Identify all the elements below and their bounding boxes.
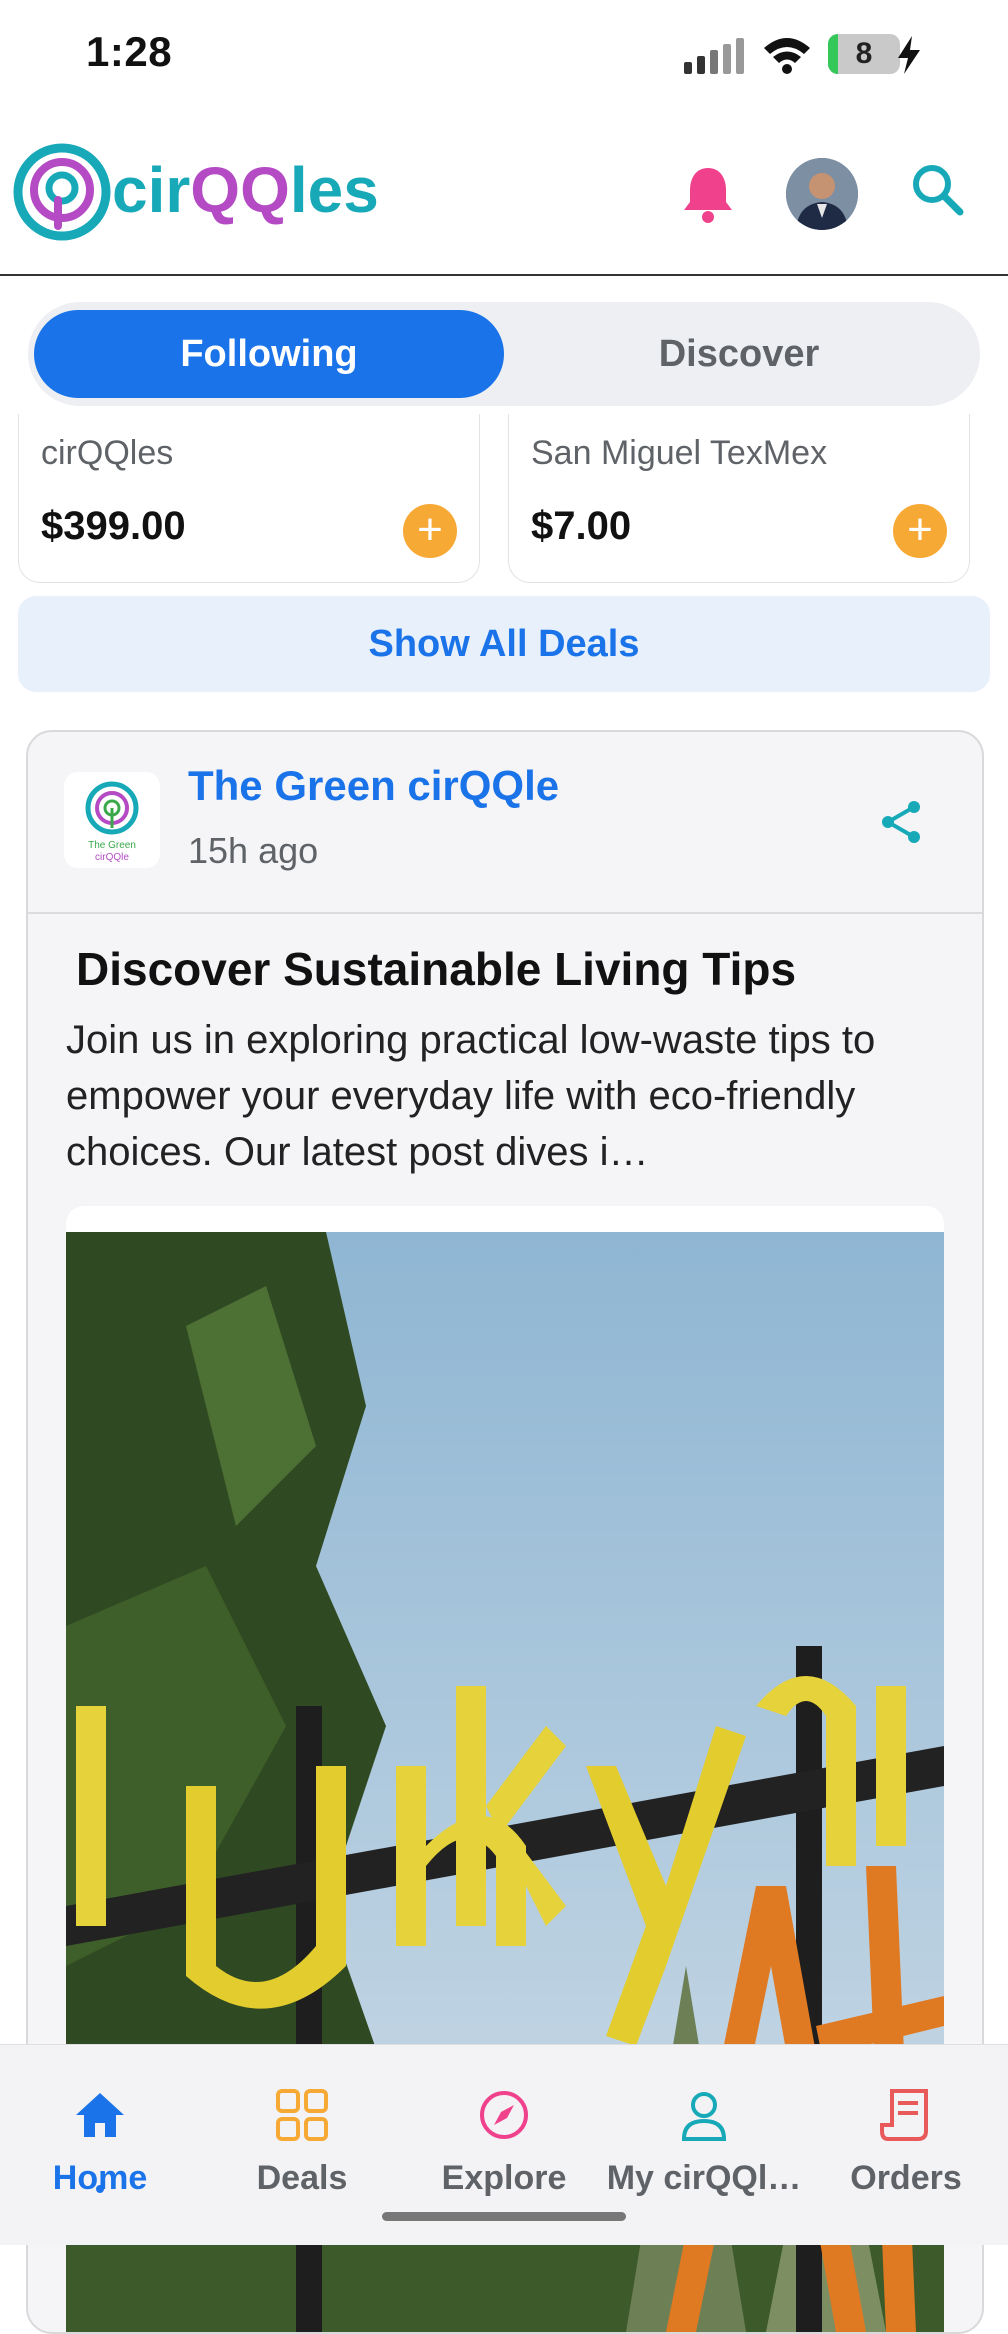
battery-indicator: 8 [828, 34, 900, 74]
deal-card[interactable]: San Miguel TexMex $7.00 + [508, 414, 970, 583]
nav-explore[interactable]: Explore [404, 2087, 604, 2207]
search-icon[interactable] [910, 162, 966, 218]
signal-icon [684, 38, 744, 74]
status-bar: 1:28 8 [0, 0, 1008, 112]
app-header: cirQQles [0, 112, 1008, 276]
org-logo[interactable]: The Green cirQQle [64, 772, 160, 868]
show-all-deals-button[interactable]: Show All Deals [18, 596, 990, 692]
status-time: 1:28 [86, 28, 173, 75]
receipt-icon [880, 2089, 928, 2141]
nav-orders[interactable]: Orders [806, 2087, 1006, 2207]
cirqqles-logo-icon[interactable] [12, 142, 112, 242]
nav-deals[interactable]: Deals [202, 2087, 402, 2207]
deal-merchant: San Miguel TexMex [531, 434, 828, 472]
post-body: Join us in exploring practical low-waste… [66, 1018, 876, 1174]
nav-home[interactable]: Home [0, 2087, 200, 2207]
deal-price: $399.00 [41, 504, 186, 548]
feed-tab-switcher: Following Discover [28, 302, 980, 406]
deal-merchant: cirQQles [41, 434, 174, 472]
charging-icon [898, 36, 920, 74]
person-icon [681, 2092, 727, 2141]
nav-label: Deals [256, 2159, 348, 2197]
add-deal-button[interactable]: + [403, 504, 457, 558]
deal-price: $7.00 [531, 504, 632, 548]
profile-avatar[interactable] [786, 158, 858, 230]
nav-label: Orders [850, 2159, 962, 2197]
home-icon [76, 2093, 124, 2137]
active-indicator-dot [96, 2185, 104, 2193]
deal-card[interactable]: cirQQles $399.00 + [18, 414, 480, 583]
svg-text:cirQQle: cirQQle [95, 852, 129, 863]
grid-icon [276, 2089, 328, 2141]
tab-following[interactable]: Following [34, 310, 504, 398]
home-indicator [382, 2212, 626, 2221]
app-logo-text: cirQQles [112, 154, 379, 226]
battery-level: 8 [855, 37, 873, 70]
nav-label: Explore [441, 2159, 567, 2197]
org-name-link[interactable]: The Green cirQQle [188, 762, 559, 810]
nav-my-cirqqles[interactable]: My cirQQl… [604, 2087, 804, 2207]
compass-icon [480, 2091, 528, 2139]
notification-bell-icon[interactable] [680, 164, 736, 224]
post-header: The Green cirQQle The Green cirQQle 15h … [28, 732, 982, 914]
share-icon[interactable] [878, 798, 926, 846]
post-timestamp: 15h ago [188, 830, 319, 871]
tab-discover[interactable]: Discover [504, 310, 974, 398]
add-deal-button[interactable]: + [893, 504, 947, 558]
svg-text:The Green: The Green [88, 840, 136, 851]
wifi-icon [764, 38, 810, 74]
nav-label: My cirQQl… [606, 2159, 802, 2197]
post-title: Discover Sustainable Living Tips [76, 943, 797, 995]
